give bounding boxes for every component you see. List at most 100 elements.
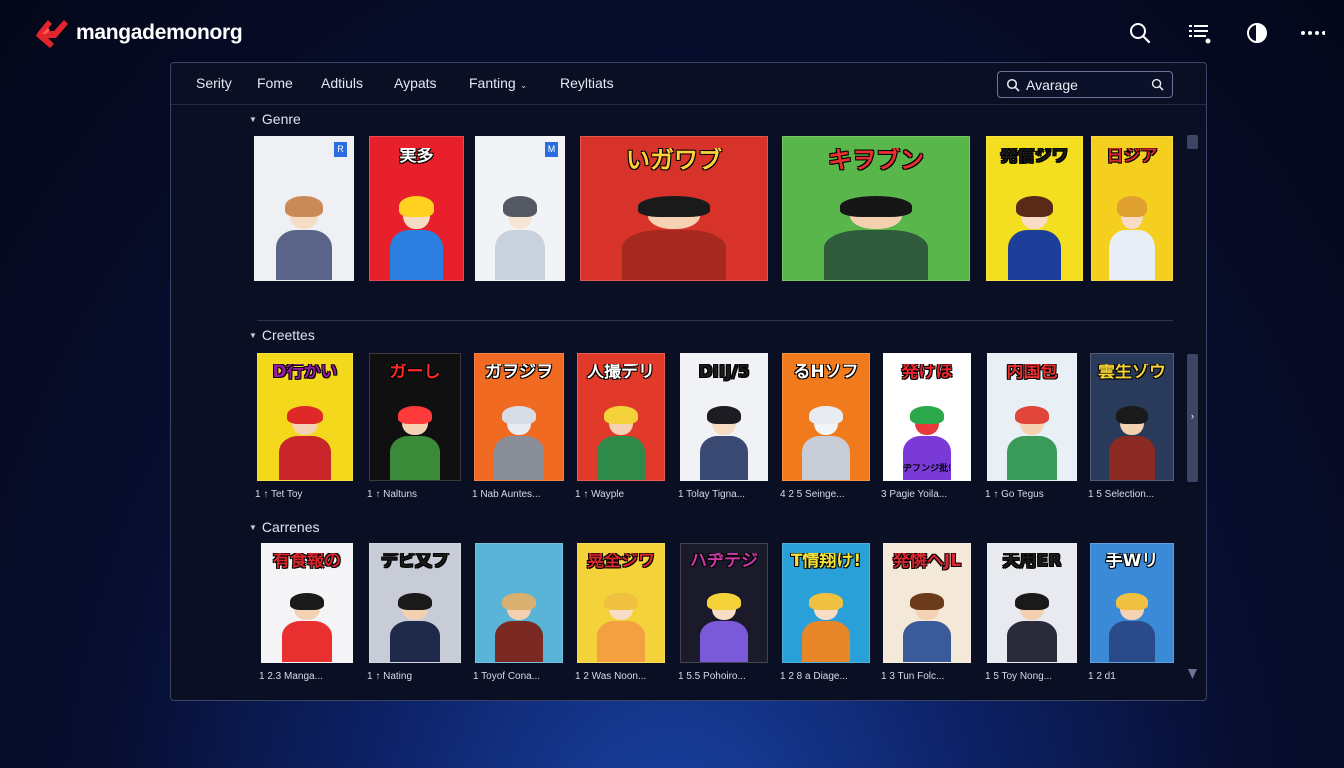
cover-title: 手Wリ	[1105, 553, 1159, 572]
figure-body	[278, 436, 332, 480]
manga-cover[interactable]: 手Wリ	[1090, 543, 1174, 663]
manga-cover[interactable]: ガーし	[369, 353, 461, 481]
manga-cover[interactable]: 晃全ジワ	[577, 543, 665, 663]
manga-cover[interactable]: ガヲジヲ	[474, 353, 564, 481]
manga-cover[interactable]: 人撮デリ	[577, 353, 665, 481]
manga-cover[interactable]: M	[475, 136, 565, 281]
scroll-down-arrow-icon[interactable]	[1187, 667, 1198, 681]
figure-hair	[397, 405, 433, 425]
search-submit-icon[interactable]	[1151, 78, 1164, 91]
manga-cover[interactable]: いガワブ	[580, 136, 768, 281]
cover-caption[interactable]: 1 Nab Auntes...	[472, 489, 570, 500]
figure-body	[276, 230, 332, 280]
manga-cover[interactable]: 発信ジワ	[986, 136, 1083, 281]
content-panel: Serity Fome Adtiuls Aypats Fanting ⌄ Reyl…	[170, 62, 1207, 701]
cover-illustration	[816, 195, 935, 280]
nav-item-2[interactable]: Adtiuls	[321, 75, 363, 91]
cover-caption[interactable]: 1 2.3 Manga...	[259, 671, 359, 682]
manga-cover[interactable]: ハヂテジ	[680, 543, 768, 663]
cover-title: キヲブン	[828, 148, 924, 174]
scroll-right-arrow-icon[interactable]: ›	[1187, 409, 1198, 423]
cover-caption[interactable]: 1 ↑ Wayple	[575, 489, 671, 500]
cover-illustration	[1004, 592, 1060, 662]
manga-cover[interactable]: T情翔け!	[782, 543, 870, 663]
figure-body	[281, 621, 333, 662]
manga-cover[interactable]	[475, 543, 563, 663]
collapse-triangle-icon: ▼	[249, 331, 257, 340]
manga-cover[interactable]: るHソフ	[782, 353, 870, 481]
search-icon[interactable]	[1127, 20, 1153, 46]
cover-caption[interactable]: 1 2 Was Noon...	[575, 671, 671, 682]
manga-cover[interactable]: D行かい	[257, 353, 353, 481]
cover-caption[interactable]: 1 2 d1	[1088, 671, 1180, 682]
cover-caption[interactable]: 1 Tolay Tigna...	[678, 489, 774, 500]
manga-cover[interactable]: 雲生ゾウ	[1090, 353, 1174, 481]
section-divider	[257, 320, 1173, 321]
section-title-2[interactable]: ▼ Carrenes	[249, 519, 320, 535]
figure-body	[596, 436, 646, 480]
nav-item-3[interactable]: Aypats	[394, 75, 437, 91]
section-title-0[interactable]: ▼ Genre	[249, 111, 301, 127]
cover-illustration	[1106, 195, 1157, 280]
nav-item-4-dropdown[interactable]: Fanting ⌄	[469, 75, 527, 91]
section-title-1[interactable]: ▼ Creettes	[249, 327, 315, 343]
cover-illustration	[899, 592, 954, 662]
cover-caption[interactable]: 3 Pagie Yoila...	[881, 489, 977, 500]
figure-hair	[285, 195, 323, 217]
figure-body	[596, 621, 646, 662]
cover-caption[interactable]: 1 ↑ Nating	[367, 671, 467, 682]
cover-illustration	[491, 592, 546, 662]
figure-body	[699, 436, 749, 480]
manga-cover[interactable]: キヲブン	[782, 136, 970, 281]
cover-caption[interactable]: 4 2 5 Seinge...	[780, 489, 876, 500]
manga-cover[interactable]: 天用ER	[987, 543, 1077, 663]
scrollbar-thumb-top[interactable]	[1187, 135, 1198, 149]
manga-cover[interactable]: 発けほ ヂフンジ批!	[883, 353, 971, 481]
cover-illustration	[593, 405, 648, 480]
manga-cover[interactable]: 内国包	[987, 353, 1077, 481]
manga-cover[interactable]: 有食報の	[261, 543, 353, 663]
cover-illustration	[491, 405, 547, 480]
cover-title: いガワブ	[626, 148, 722, 174]
cover-caption[interactable]: 1 Toyof Cona...	[473, 671, 569, 682]
cover-illustration	[798, 592, 853, 662]
cover-title: T情翔け!	[790, 553, 862, 572]
figure-body	[1007, 230, 1062, 280]
contrast-icon[interactable]	[1244, 20, 1270, 46]
cover-title: るHソフ	[793, 364, 859, 382]
cover-illustration	[275, 405, 335, 480]
cover-title: 実多	[399, 148, 434, 167]
cover-caption[interactable]: 1 ↑ Naltuns	[367, 489, 467, 500]
manga-cover[interactable]: DIIJ/5	[680, 353, 768, 481]
more-icon[interactable]	[1299, 20, 1326, 46]
cover-caption[interactable]: 1 5 Selection...	[1088, 489, 1180, 500]
cover-caption[interactable]: 1 2 8 a Diage...	[780, 671, 876, 682]
cover-illustration	[387, 195, 447, 280]
figure-body	[801, 621, 851, 662]
cover-title: 晃全ジワ	[587, 553, 655, 572]
cover-title: 内国包	[1006, 364, 1058, 382]
cover-caption[interactable]: 1 5 Toy Nong...	[985, 671, 1083, 682]
cover-caption[interactable]: 1 3 Tun Folc...	[881, 671, 977, 682]
manga-cover[interactable]: 日ジア	[1091, 136, 1173, 281]
cover-caption[interactable]: 1 5.5 Pohoiro...	[678, 671, 774, 682]
figure-body	[902, 621, 952, 662]
list-icon[interactable]	[1186, 20, 1212, 46]
nav-item-0[interactable]: Serity	[196, 75, 232, 91]
cover-badge: M	[545, 142, 558, 157]
manga-cover[interactable]: R	[254, 136, 354, 281]
search-input[interactable]	[1026, 75, 1146, 95]
manga-cover[interactable]: デビ又ブ	[369, 543, 461, 663]
nav-item-5[interactable]: Reyltiats	[560, 75, 614, 91]
figure-body	[389, 621, 441, 662]
figure-body	[801, 436, 851, 480]
cover-caption[interactable]: 1 ↑ Go Tegus	[985, 489, 1083, 500]
manga-cover[interactable]: 実多	[369, 136, 464, 281]
cover-title: D行かい	[272, 364, 338, 382]
cover-badge: R	[334, 142, 347, 157]
search-box[interactable]	[997, 71, 1173, 98]
figure-body	[389, 436, 441, 480]
manga-cover[interactable]: 発憐ヘJL	[883, 543, 971, 663]
cover-caption[interactable]: 1 ↑ Tet Toy	[255, 489, 359, 500]
nav-item-1[interactable]: Fome	[257, 75, 293, 91]
